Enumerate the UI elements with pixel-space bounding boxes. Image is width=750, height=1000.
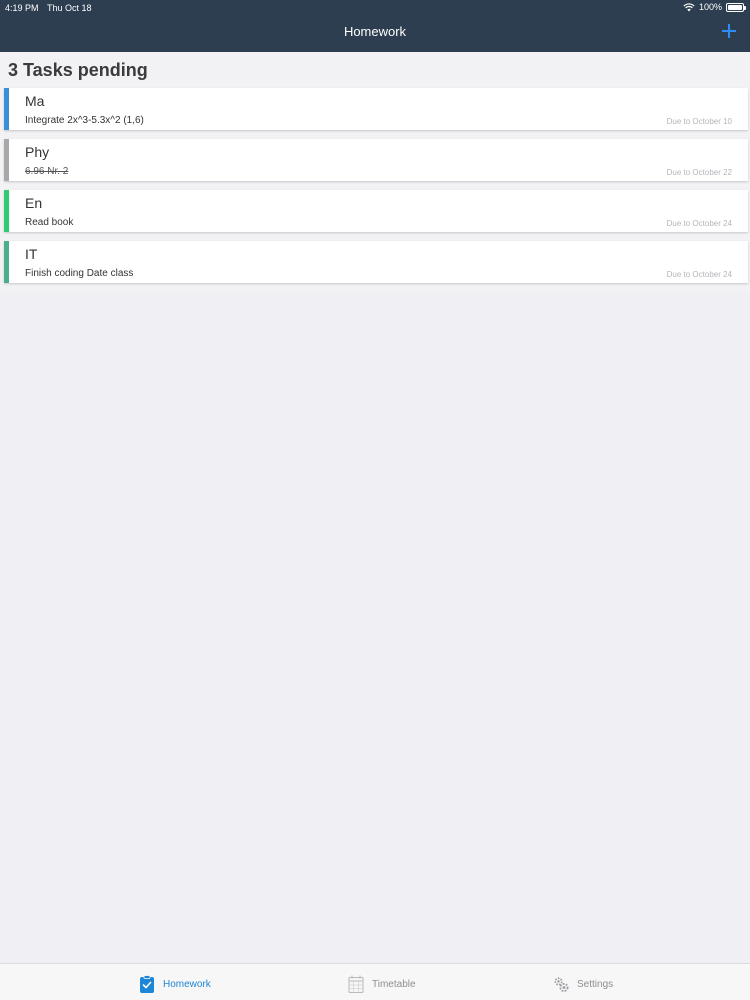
task-due-date: Due to October 22 <box>666 168 732 177</box>
task-card-phy[interactable]: Phy 6.96 Nr. 2 Due to October 22 <box>4 139 748 181</box>
task-description: Read book <box>25 217 74 228</box>
task-card-it[interactable]: IT Finish coding Date class Due to Octob… <box>4 241 748 283</box>
calendar-icon <box>348 975 364 993</box>
task-description: 6.96 Nr. 2 <box>25 166 69 177</box>
status-date: Thu Oct 18 <box>47 3 92 13</box>
tab-label: Settings <box>577 978 614 990</box>
task-list: Ma Integrate 2x^3-5.3x^2 (1,6) Due to Oc… <box>4 88 748 292</box>
task-subject: Ma <box>25 93 45 109</box>
battery-percent: 100% <box>698 2 722 12</box>
battery-icon <box>726 2 746 12</box>
task-description: Integrate 2x^3-5.3x^2 (1,6) <box>25 115 144 126</box>
tab-homework[interactable]: Homework <box>139 973 211 995</box>
task-card-en[interactable]: En Read book Due to October 24 <box>4 190 748 232</box>
status-bar: 4:19 PM Thu Oct 18 100% <box>0 0 750 16</box>
status-time: 4:19 PM <box>5 3 39 13</box>
task-due-date: Due to October 24 <box>666 270 732 279</box>
tab-label: Homework <box>163 978 211 990</box>
task-description: Finish coding Date class <box>25 268 134 279</box>
task-due-date: Due to October 24 <box>666 219 732 228</box>
task-subject: IT <box>25 246 38 262</box>
task-subject: En <box>25 195 43 211</box>
tab-bar: Homework Timetable Settings <box>0 963 750 1000</box>
wifi-icon <box>683 2 695 11</box>
clipboard-check-icon <box>140 975 154 993</box>
add-task-button[interactable] <box>720 22 738 40</box>
page-title: Homework <box>343 24 407 39</box>
tab-timetable[interactable]: Timetable <box>348 973 416 995</box>
gear-icon <box>554 977 569 992</box>
task-due-date: Due to October 10 <box>666 117 732 126</box>
task-subject: Phy <box>25 144 50 160</box>
navigation-bar: 4:19 PM Thu Oct 18 100% Homework <box>0 0 750 52</box>
status-indicators: 100% <box>683 2 746 12</box>
task-card-ma[interactable]: Ma Integrate 2x^3-5.3x^2 (1,6) Due to Oc… <box>4 88 748 130</box>
tab-settings[interactable]: Settings <box>553 973 613 995</box>
pending-count-title: 3 Tasks pending <box>8 60 148 80</box>
tab-label: Timetable <box>372 978 416 990</box>
